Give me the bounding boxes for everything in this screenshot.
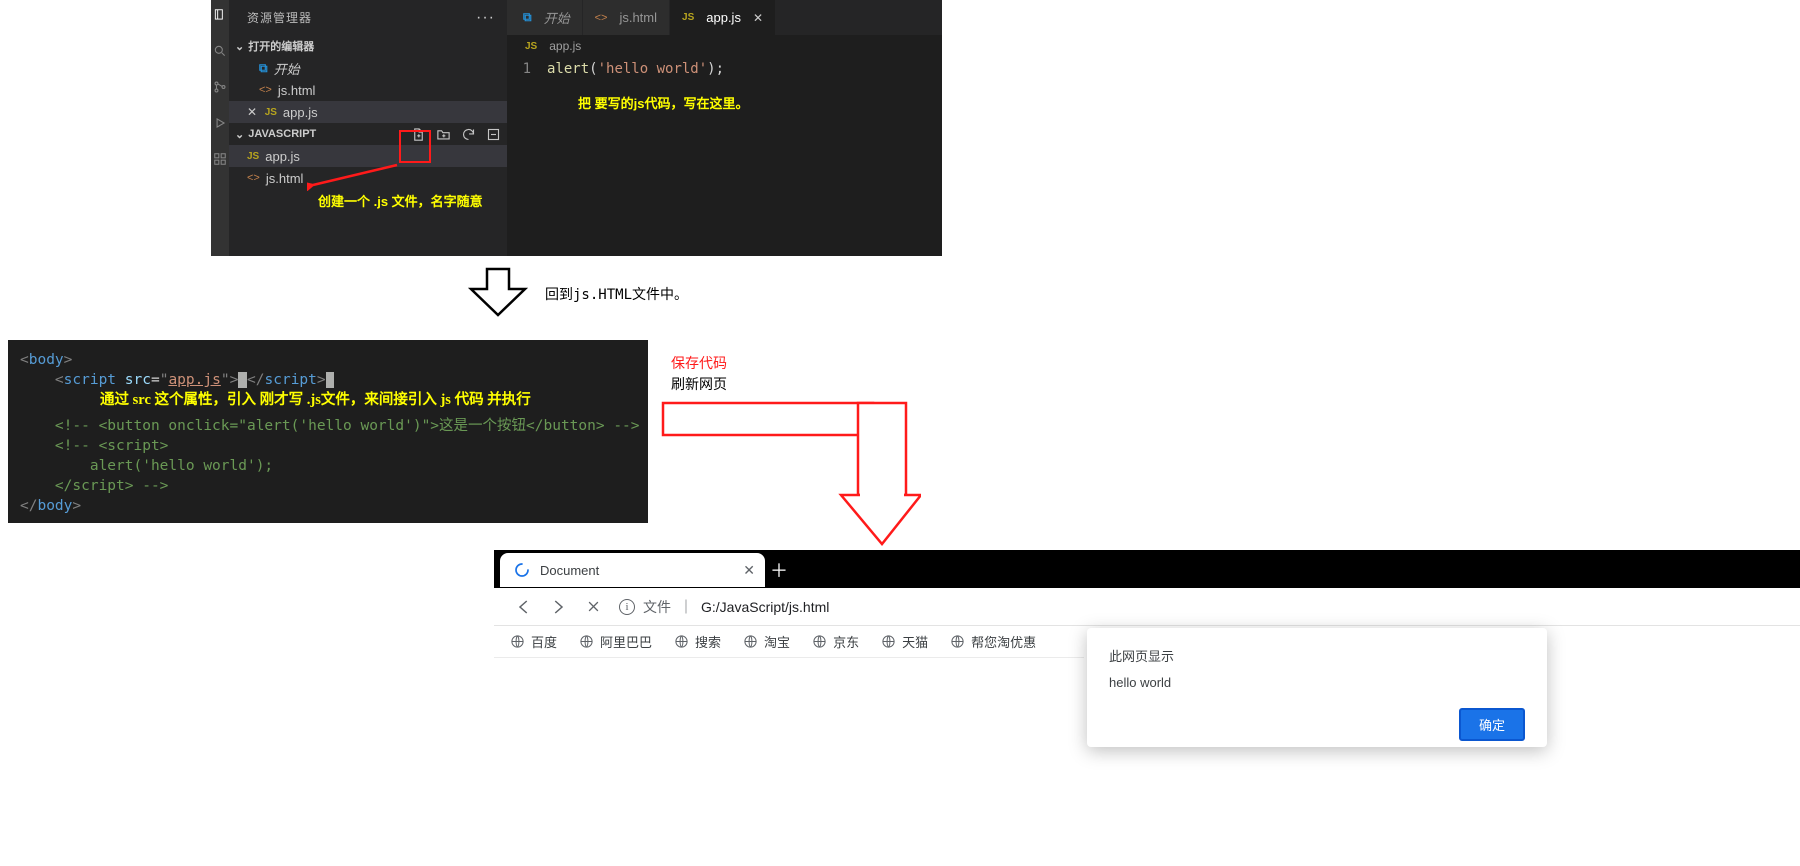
info-icon[interactable]: i xyxy=(619,599,635,615)
refresh-icon[interactable] xyxy=(461,127,476,142)
tab-jshtml[interactable]: <>js.html xyxy=(583,0,670,35)
breadcrumb[interactable]: JSapp.js xyxy=(507,35,942,57)
bookmark-item[interactable]: 淘宝 xyxy=(743,632,790,651)
annotation-editor: 把 要写的js代码，写在这里。 xyxy=(578,93,748,112)
new-folder-icon[interactable] xyxy=(436,127,451,142)
browser-tabstrip: Document ✕ ＋ xyxy=(494,550,1800,588)
editor-panel: ⧉开始 <>js.html JSapp.js✕ JSapp.js 1 alert… xyxy=(507,0,942,256)
scm-icon[interactable] xyxy=(213,80,227,94)
js-alert-dialog: 此网页显示 hello world 确定 xyxy=(1087,628,1547,747)
debug-icon[interactable] xyxy=(213,116,227,130)
html-code-block: <body> <script src="app.js"> </script> 通… xyxy=(8,340,648,523)
annotation-src: 通过 src 这个属性，引入 刚才写 .js文件，来间接引入 js 代码 并执行 xyxy=(100,390,636,410)
label-save: 保存代码 xyxy=(671,353,727,373)
annotation-tree: 创建一个 .js 文件，名字随意 xyxy=(318,191,483,210)
line-number: 1 xyxy=(507,61,547,81)
bookmark-item[interactable]: 百度 xyxy=(510,632,557,651)
tab-appjs[interactable]: JSapp.js✕ xyxy=(670,0,776,35)
search-icon[interactable] xyxy=(213,44,227,58)
step-text: 回到js.HTML文件中。 xyxy=(545,284,688,304)
vscode-window: 资源管理器 ··· ⌄打开的编辑器 ⧉开始 <>js.html ✕ JSapp.… xyxy=(211,0,942,256)
explorer-panel: 资源管理器 ··· ⌄打开的编辑器 ⧉开始 <>js.html ✕ JSapp.… xyxy=(229,0,507,256)
project-label: JAVASCRIPT xyxy=(248,128,316,140)
tree-jshtml[interactable]: <>js.html xyxy=(229,167,507,189)
close-tab-icon[interactable]: ✕ xyxy=(743,562,755,579)
highlight-new-file xyxy=(399,130,431,163)
open-editors-section[interactable]: ⌄打开的编辑器 xyxy=(229,35,507,57)
browser-tab[interactable]: Document ✕ xyxy=(500,553,765,587)
bookmark-item[interactable]: 帮您淘优惠 xyxy=(950,632,1036,651)
browser-toolbar: i 文件｜ G:/JavaScript/js.html xyxy=(494,588,1800,626)
bookmark-item[interactable]: 搜索 xyxy=(674,632,721,651)
close-icon[interactable]: ✕ xyxy=(243,105,261,119)
collapse-icon[interactable] xyxy=(486,127,501,142)
code-area[interactable]: 1 alert('hello world'); xyxy=(507,57,942,256)
tab-start[interactable]: ⧉开始 xyxy=(507,0,583,35)
url-bar[interactable]: i 文件｜ G:/JavaScript/js.html xyxy=(619,597,829,617)
project-section[interactable]: ⌄JAVASCRIPT xyxy=(229,123,507,145)
alert-title: 此网页显示 xyxy=(1109,646,1525,665)
label-refresh: 刷新网页 xyxy=(671,374,727,394)
more-icon[interactable]: ··· xyxy=(476,9,495,27)
big-red-down-arrow xyxy=(661,401,921,546)
close-icon[interactable]: ✕ xyxy=(753,11,763,25)
new-tab-button[interactable]: ＋ xyxy=(765,556,793,584)
bookmark-item[interactable]: 天猫 xyxy=(881,632,928,651)
activity-bar xyxy=(211,0,229,256)
alert-message: hello world xyxy=(1109,675,1525,690)
down-arrow-icon xyxy=(467,267,529,317)
explorer-title: 资源管理器 xyxy=(247,9,312,26)
open-editor-appjs[interactable]: ✕ JSapp.js xyxy=(229,101,507,123)
stop-icon[interactable] xyxy=(586,599,601,614)
tree-appjs[interactable]: JSapp.js xyxy=(229,145,507,167)
bookmark-item[interactable]: 阿里巴巴 xyxy=(579,632,652,651)
open-editor-start[interactable]: ⧉开始 xyxy=(229,57,507,79)
forward-icon xyxy=(550,598,568,616)
extensions-icon[interactable] xyxy=(213,152,227,166)
loading-icon xyxy=(514,562,530,578)
editor-tabs: ⧉开始 <>js.html JSapp.js✕ xyxy=(507,0,942,35)
open-editor-jshtml[interactable]: <>js.html xyxy=(229,79,507,101)
bookmarks-bar: 百度 阿里巴巴 搜索 淘宝 京东 天猫 帮您淘优惠 xyxy=(494,626,1084,658)
bookmark-item[interactable]: 京东 xyxy=(812,632,859,651)
alert-ok-button[interactable]: 确定 xyxy=(1459,708,1525,741)
back-icon[interactable] xyxy=(514,598,532,616)
explorer-icon[interactable] xyxy=(213,8,227,22)
open-editors-label: 打开的编辑器 xyxy=(248,38,314,54)
